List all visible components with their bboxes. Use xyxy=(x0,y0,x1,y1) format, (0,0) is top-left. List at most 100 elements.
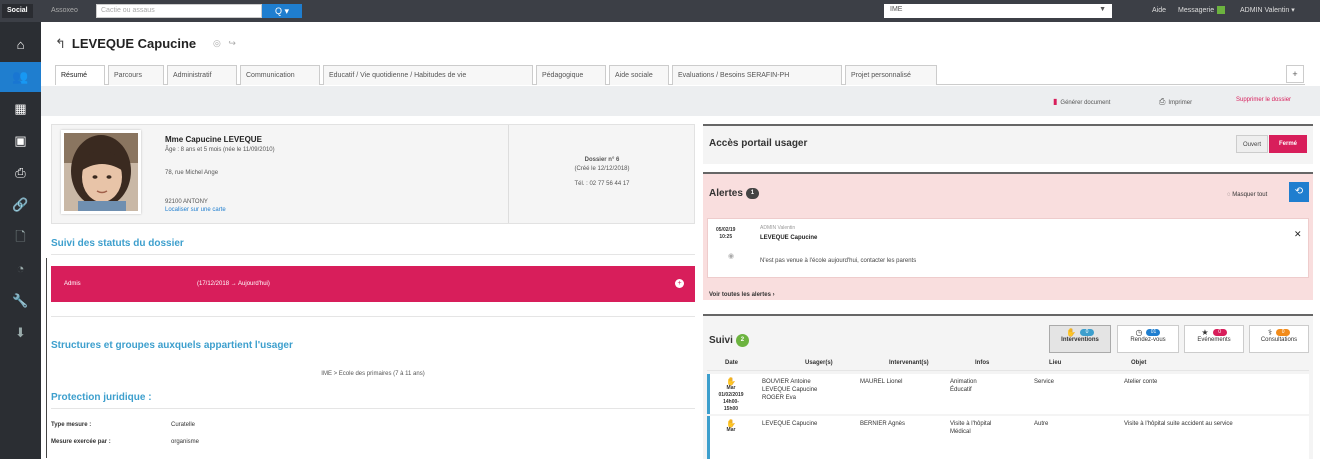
home-icon[interactable]: ⌂ xyxy=(0,30,41,60)
filter-label: Consultations xyxy=(1260,337,1298,343)
tab-8[interactable]: Projet personnalisé xyxy=(845,65,937,85)
row-infos: Visite à l'hôpital Médical xyxy=(950,421,992,435)
tab-3[interactable]: Communication xyxy=(240,65,320,85)
social-tab[interactable]: Social xyxy=(2,4,33,18)
chart-icon[interactable]: ◔ xyxy=(0,254,41,284)
document-icon[interactable]: 🗋 xyxy=(0,222,41,252)
tab-6[interactable]: Aide sociale xyxy=(609,65,669,85)
avatar xyxy=(61,130,141,214)
tab-4[interactable]: Educatif / Vie quotidienne / Habitudes d… xyxy=(323,65,533,85)
person-age: Âge : 8 ans et 5 mois (née le 11/09/2010… xyxy=(165,147,275,153)
user-menu[interactable]: ADMIN Valentin ▾ xyxy=(1240,4,1295,18)
alerts-panel: Alertes 1 ◌ Masquer tout ⟲ 05/02/19 10:25 … xyxy=(703,172,1313,300)
dossier-number: Dossier n° 6 xyxy=(584,157,620,163)
star-icon: ★ xyxy=(1201,328,1209,337)
column-header: Intervenant(s) xyxy=(889,360,929,366)
mesure-type-label: Type mesure : xyxy=(51,422,92,428)
hand-icon: ✋ xyxy=(1066,328,1076,337)
dossier-created: (Créé le 12/12/2018) xyxy=(574,166,630,172)
establishment-select[interactable]: IME ▼ xyxy=(884,4,1112,18)
tab-5[interactable]: Pédagogique xyxy=(536,65,606,85)
table-row[interactable]: ✋ Mar 01/02/2019 14h00-15h00 BOUVIER Antoi… xyxy=(707,374,1309,414)
status-period: (17/12/2018 → Aujourd'hui) xyxy=(197,281,270,287)
tab-7[interactable]: Evaluations / Besoins SERAFIN-PH xyxy=(672,65,842,85)
users-icon[interactable]: 👥 xyxy=(0,62,41,92)
search-input[interactable]: Cactie ou assaus xyxy=(96,4,262,18)
info-icon[interactable]: ◎ xyxy=(213,38,221,48)
row-usagers: BOUVIER Antoine LEVEQUE Capucine ROGER E… xyxy=(762,379,818,401)
messaging-link[interactable]: Messagerie xyxy=(1178,4,1226,18)
locate-map-link[interactable]: Localiser sur une carte xyxy=(165,207,226,213)
filter-rendez-vous[interactable]: ◷ 01 Rendez-vous xyxy=(1117,325,1179,353)
row-lieu: Autre xyxy=(1034,421,1049,427)
filter-label: Interventions xyxy=(1061,337,1099,343)
see-all-alerts-link[interactable]: Voir toutes les alertes › xyxy=(709,292,775,298)
hide-all-button[interactable]: ◌ Masquer tout xyxy=(1227,192,1267,198)
action-bar: ▮ Générer document ⎙ Imprimer Supprimer le… xyxy=(41,86,1320,116)
row-objet: Atelier conte xyxy=(1124,379,1158,385)
status-label: Admis xyxy=(64,281,81,287)
eye-icon[interactable]: ◉ xyxy=(728,252,734,260)
messaging-icon xyxy=(1217,6,1226,15)
portal-title: Accès portail usager xyxy=(709,138,808,149)
avatar-photo xyxy=(64,133,138,211)
filter-interventions[interactable]: ✋ 0 Interventions xyxy=(1049,325,1111,353)
back-icon[interactable]: ↰ xyxy=(55,36,66,51)
divider xyxy=(51,254,695,255)
divider xyxy=(707,370,1309,371)
add-status-icon[interactable]: + xyxy=(675,279,684,288)
share-icon[interactable]: ↪ xyxy=(228,38,236,48)
delete-dossier-button[interactable]: Supprimer le dossier xyxy=(1236,97,1291,103)
filter-count: 0 xyxy=(1212,329,1227,337)
filter-label: Rendez-vous xyxy=(1130,337,1166,343)
status-bar[interactable]: Admis (17/12/2018 → Aujourd'hui) + xyxy=(51,266,695,302)
protection-section-title: Protection juridique : xyxy=(51,392,152,403)
person-city: 92100 ANTONY xyxy=(165,199,208,205)
hand-icon: ✋ xyxy=(726,419,736,428)
close-icon[interactable]: ✕ xyxy=(1294,229,1302,240)
help-link[interactable]: Aide xyxy=(1152,4,1166,18)
status-section-title: Suivi des statuts du dossier xyxy=(51,238,184,249)
filter-evénements[interactable]: ★ 0 Evénements xyxy=(1184,325,1244,353)
filter-consultations[interactable]: ⚕ 0 Consultations xyxy=(1249,325,1309,353)
alert-item[interactable]: 05/02/19 10:25 ◉ ADMIN Valentin LEVEQUE C… xyxy=(707,218,1309,278)
divider xyxy=(51,316,695,317)
print-button[interactable]: ⎙ Imprimer xyxy=(1159,97,1192,107)
refresh-alerts-button[interactable]: ⟲ xyxy=(1289,182,1309,202)
structures-value: IME > Ecole des primaires (7 à 11 ans) xyxy=(321,371,425,377)
download-icon[interactable]: ⬇ xyxy=(0,318,41,348)
alert-author: ADMIN Valentin xyxy=(760,225,796,231)
associations-tab[interactable]: Assoxeo xyxy=(46,4,83,18)
alerts-count: 1 xyxy=(745,188,759,199)
print-icon[interactable]: ⎙ xyxy=(0,158,41,188)
portal-closed-toggle[interactable]: Fermé xyxy=(1269,135,1307,153)
person-full-name: Mme Capucine LEVEQUE xyxy=(165,135,262,144)
generate-document-button[interactable]: ▮ Générer document xyxy=(1053,97,1110,106)
wrench-icon[interactable]: 🔧 xyxy=(0,286,41,316)
card-divider xyxy=(508,125,509,223)
search-button[interactable]: Q ▾ xyxy=(262,4,302,18)
search-icon: Q xyxy=(274,6,282,16)
mesure-type-value: Curatelle xyxy=(171,422,196,428)
suivi-count: 2 xyxy=(735,334,749,347)
row-intervenants: BERNIER Agnès xyxy=(860,421,906,427)
print-icon: ⎙ xyxy=(1159,97,1166,106)
calendar-icon[interactable]: ▦ xyxy=(0,94,41,124)
link-icon[interactable]: 🔗 xyxy=(0,190,41,220)
book-icon[interactable]: ▣ xyxy=(0,126,41,156)
portal-open-toggle[interactable]: Ouvert xyxy=(1236,135,1269,153)
tab-1[interactable]: Parcours xyxy=(108,65,164,85)
suivi-title: Suivi 2 xyxy=(709,334,749,347)
column-header: Usager(s) xyxy=(805,360,833,366)
row-objet: Visite à l'hôpital suite accident au ser… xyxy=(1124,421,1233,427)
tab-2[interactable]: Administratif xyxy=(167,65,237,85)
row-infos: Animation Éducatif xyxy=(950,379,977,393)
add-tab-button[interactable]: + xyxy=(1286,65,1304,83)
table-row[interactable]: ✋ Mar LEVEQUE Capucine BERNIER Agnès Visite … xyxy=(707,416,1309,459)
page-title: ↰ LEVEQUE Capucine xyxy=(55,36,197,51)
tab-0[interactable]: Résumé xyxy=(55,65,105,85)
alert-date: 05/02/19 10:25 xyxy=(716,227,736,240)
sidebar: ⌂ 👥 ▦ ▣ ⎙ 🔗 🗋 ◔ 🔧 ⬇ xyxy=(0,22,41,459)
top-bar: Social Assoxeo Cactie ou assaus Q ▾ IME ▼… xyxy=(0,0,1320,22)
column-header: Lieu xyxy=(1049,360,1062,366)
